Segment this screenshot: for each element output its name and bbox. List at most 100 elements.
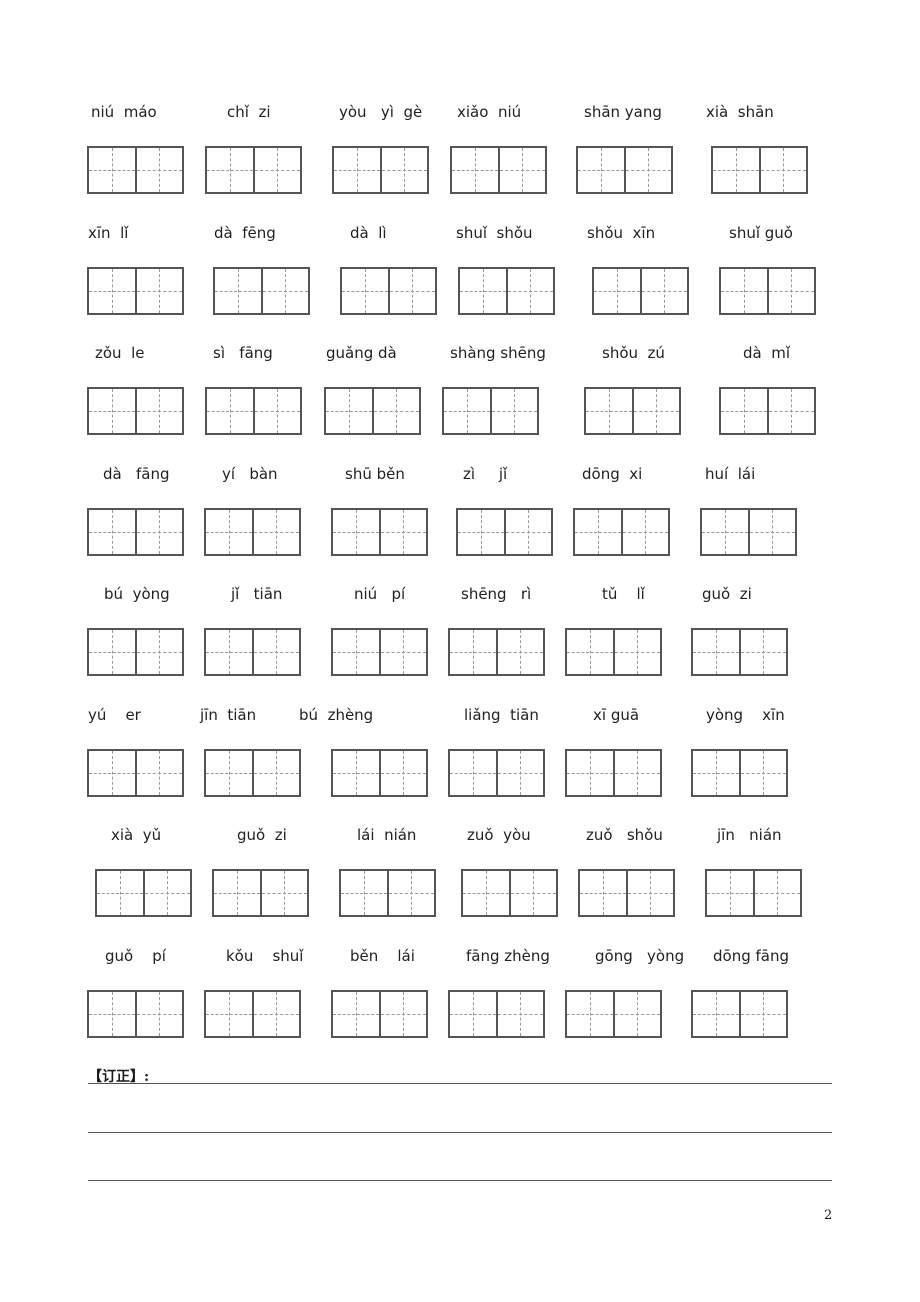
character-cell[interactable] (450, 992, 496, 1036)
tianzige-writing-box[interactable] (213, 267, 310, 315)
tianzige-writing-box[interactable] (691, 628, 788, 676)
character-cell[interactable] (495, 630, 544, 674)
character-cell[interactable] (259, 871, 308, 915)
character-cell[interactable] (495, 992, 544, 1036)
tianzige-writing-box[interactable] (87, 990, 184, 1038)
character-cell[interactable] (134, 751, 183, 795)
tianzige-writing-box[interactable] (719, 267, 816, 315)
character-cell[interactable] (758, 148, 807, 192)
correction-line-3[interactable] (88, 1180, 832, 1181)
character-cell[interactable] (251, 992, 300, 1036)
character-cell[interactable] (206, 510, 252, 554)
character-cell[interactable] (612, 751, 661, 795)
character-cell[interactable] (134, 269, 183, 313)
tianzige-writing-box[interactable] (719, 387, 816, 435)
character-cell[interactable] (738, 751, 787, 795)
character-cell[interactable] (721, 389, 767, 433)
character-cell[interactable] (738, 992, 787, 1036)
character-cell[interactable] (333, 992, 379, 1036)
character-cell[interactable] (620, 510, 669, 554)
tianzige-writing-box[interactable] (576, 146, 673, 194)
tianzige-writing-box[interactable] (450, 146, 547, 194)
character-cell[interactable] (578, 148, 624, 192)
tianzige-writing-box[interactable] (95, 869, 192, 917)
character-cell[interactable] (341, 871, 387, 915)
character-cell[interactable] (497, 148, 546, 192)
character-cell[interactable] (134, 992, 183, 1036)
tianzige-writing-box[interactable] (456, 508, 553, 556)
tianzige-writing-box[interactable] (592, 267, 689, 315)
tianzige-writing-box[interactable] (204, 628, 301, 676)
character-cell[interactable] (134, 510, 183, 554)
character-cell[interactable] (575, 510, 621, 554)
tianzige-writing-box[interactable] (578, 869, 675, 917)
character-cell[interactable] (378, 630, 427, 674)
character-cell[interactable] (452, 148, 498, 192)
character-cell[interactable] (508, 871, 557, 915)
character-cell[interactable] (252, 389, 301, 433)
character-cell[interactable] (251, 751, 300, 795)
character-cell[interactable] (378, 510, 427, 554)
character-cell[interactable] (342, 269, 388, 313)
character-cell[interactable] (702, 510, 748, 554)
character-cell[interactable] (594, 269, 640, 313)
tianzige-writing-box[interactable] (458, 267, 555, 315)
tianzige-writing-box[interactable] (204, 508, 301, 556)
character-cell[interactable] (89, 751, 135, 795)
tianzige-writing-box[interactable] (339, 869, 436, 917)
tianzige-writing-box[interactable] (331, 628, 428, 676)
tianzige-writing-box[interactable] (332, 146, 429, 194)
tianzige-writing-box[interactable] (87, 146, 184, 194)
tianzige-writing-box[interactable] (331, 749, 428, 797)
tianzige-writing-box[interactable] (711, 146, 808, 194)
character-cell[interactable] (379, 148, 428, 192)
character-cell[interactable] (89, 630, 135, 674)
character-cell[interactable] (766, 269, 815, 313)
character-cell[interactable] (567, 630, 613, 674)
character-cell[interactable] (334, 148, 380, 192)
character-cell[interactable] (713, 148, 759, 192)
character-cell[interactable] (639, 269, 688, 313)
tianzige-writing-box[interactable] (448, 749, 545, 797)
tianzige-writing-box[interactable] (461, 869, 558, 917)
tianzige-writing-box[interactable] (205, 387, 302, 435)
character-cell[interactable] (586, 389, 632, 433)
character-cell[interactable] (707, 871, 753, 915)
character-cell[interactable] (89, 389, 135, 433)
character-cell[interactable] (142, 871, 191, 915)
tianzige-writing-box[interactable] (331, 508, 428, 556)
tianzige-writing-box[interactable] (565, 628, 662, 676)
character-cell[interactable] (450, 630, 496, 674)
character-cell[interactable] (215, 269, 261, 313)
tianzige-writing-box[interactable] (87, 628, 184, 676)
tianzige-writing-box[interactable] (87, 387, 184, 435)
character-cell[interactable] (752, 871, 801, 915)
character-cell[interactable] (625, 871, 674, 915)
character-cell[interactable] (134, 148, 183, 192)
character-cell[interactable] (460, 269, 506, 313)
character-cell[interactable] (260, 269, 309, 313)
tianzige-writing-box[interactable] (324, 387, 421, 435)
character-cell[interactable] (89, 992, 135, 1036)
character-cell[interactable] (333, 510, 379, 554)
tianzige-writing-box[interactable] (691, 990, 788, 1038)
character-cell[interactable] (612, 992, 661, 1036)
character-cell[interactable] (489, 389, 538, 433)
character-cell[interactable] (333, 630, 379, 674)
character-cell[interactable] (693, 751, 739, 795)
character-cell[interactable] (333, 751, 379, 795)
character-cell[interactable] (503, 510, 552, 554)
character-cell[interactable] (378, 751, 427, 795)
character-cell[interactable] (206, 630, 252, 674)
tianzige-writing-box[interactable] (87, 508, 184, 556)
character-cell[interactable] (458, 510, 504, 554)
character-cell[interactable] (567, 751, 613, 795)
character-cell[interactable] (214, 871, 260, 915)
character-cell[interactable] (567, 992, 613, 1036)
character-cell[interactable] (495, 751, 544, 795)
character-cell[interactable] (612, 630, 661, 674)
character-cell[interactable] (134, 630, 183, 674)
correction-line-2[interactable] (88, 1132, 832, 1133)
character-cell[interactable] (693, 992, 739, 1036)
tianzige-writing-box[interactable] (448, 628, 545, 676)
